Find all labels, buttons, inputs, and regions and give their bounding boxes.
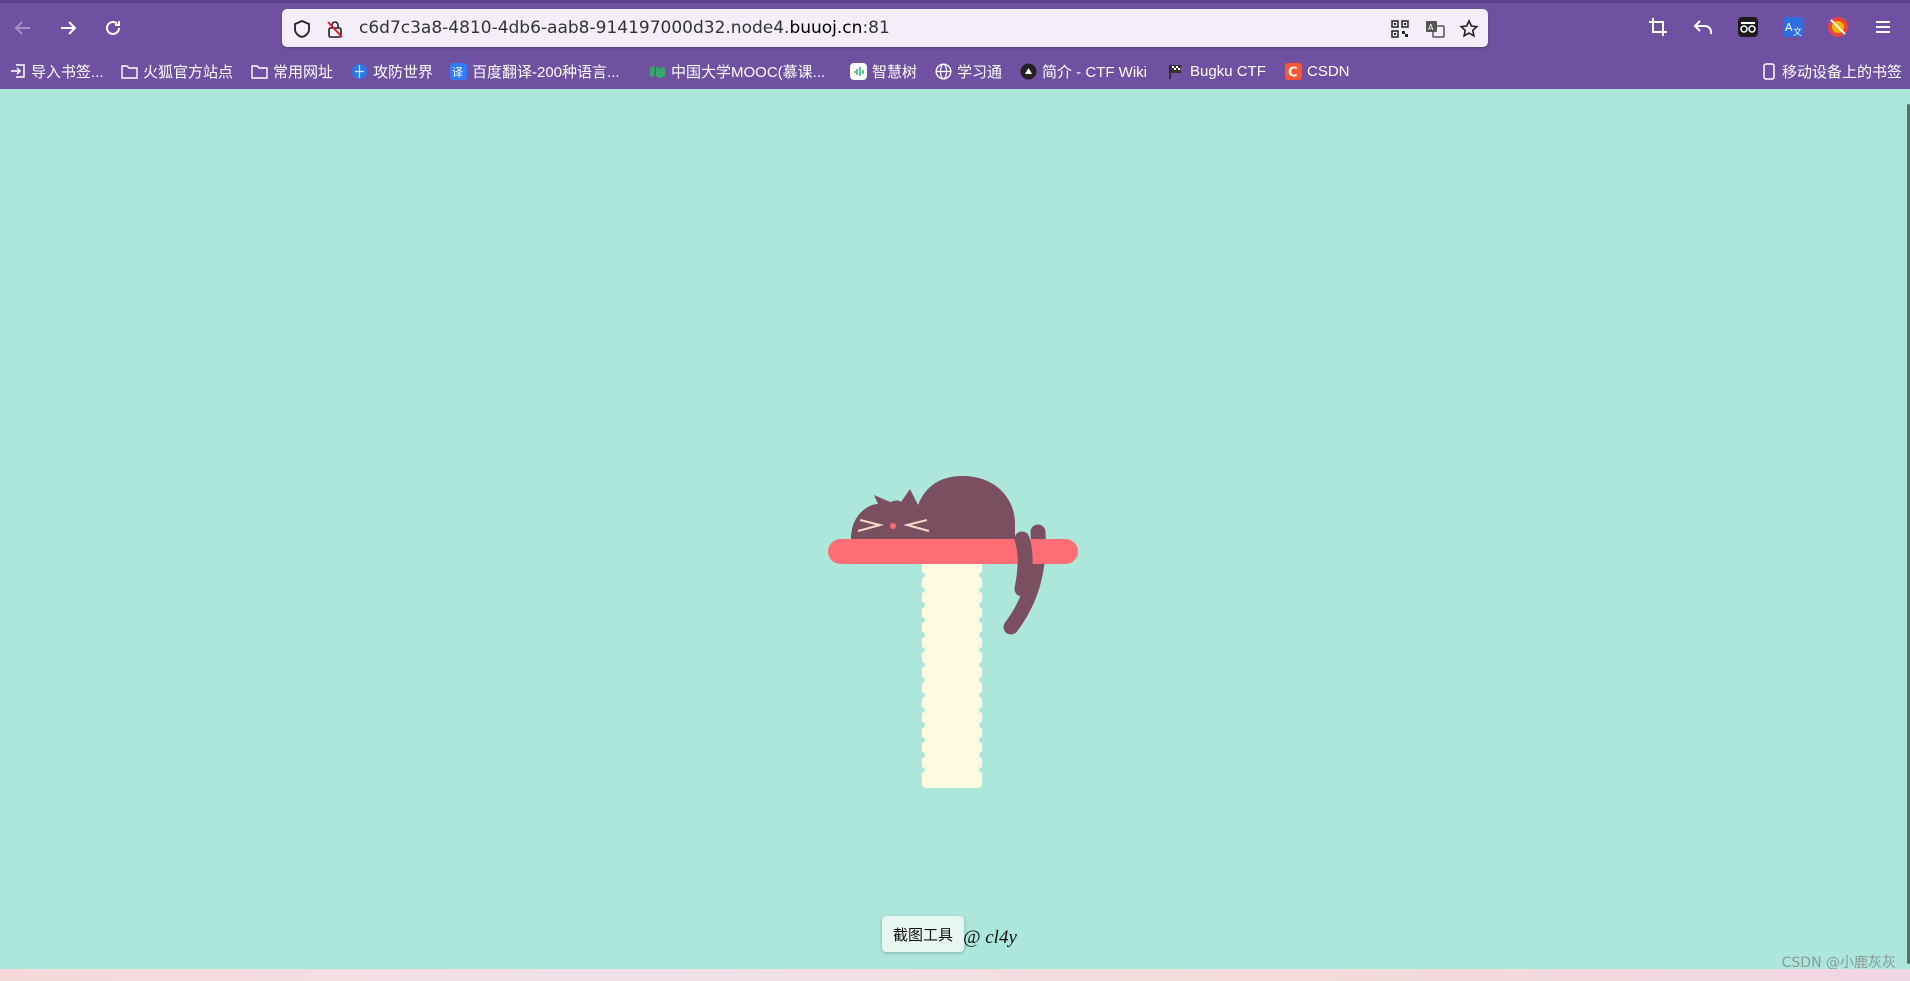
cat-tail-overhang [1014,531,1033,597]
bookmark-label: 导入书签... [31,63,104,81]
folder-icon [251,63,268,80]
forward-button[interactable] [52,12,84,44]
extension-spy-icon[interactable] [1735,14,1761,40]
bookmark-label: 中国大学MOOC(慕课... [671,63,826,81]
mooc-icon [649,63,666,80]
browser-toolbar: c6d7c3a8-4810-4db6-aab8-914197000d32.nod… [0,0,1910,89]
folder-icon [121,63,138,80]
undo-icon[interactable] [1690,14,1716,40]
bookmark-star-icon[interactable] [1458,18,1480,40]
window-top-edge [0,0,1910,3]
bookmark-item[interactable]: 简介 - CTF Wiki [1020,60,1147,82]
svg-text:译: 译 [452,66,463,79]
bookmark-item[interactable]: 攻防世界 [351,60,433,82]
url-port: :81 [862,18,890,38]
svg-text:A: A [1785,21,1793,34]
bookmark-label: 百度翻译-200种语言... [472,63,620,81]
bookmark-label: CSDN [1307,62,1350,80]
author-credit: @ cl4y [963,927,1017,948]
crop-screenshot-icon[interactable] [1645,14,1671,40]
cat-body [851,476,1015,543]
screenshot-tool-button[interactable]: 截图工具 [882,916,965,952]
shelf [828,539,1078,564]
bookmark-item[interactable]: 中国大学MOOC(慕课... [649,60,825,82]
flag-icon [1168,63,1185,80]
svg-text:文: 文 [1793,26,1802,38]
bookmarks-bar: 导入书签... 火狐官方站点 常用网址 攻防世界 译 百度翻译-200种语言..… [0,57,1910,85]
bookmark-item[interactable]: 译 百度翻译-200种语言... [450,60,620,82]
translate-icon: 译 [450,62,467,80]
bookmark-item[interactable]: Bugku CTF [1168,60,1266,82]
bookmark-folder[interactable]: 常用网址 [251,60,333,82]
svg-text:C: C [1288,65,1298,80]
screenshot-tool-label: 截图工具 [893,925,954,944]
mobile-bookmarks-folder[interactable]: 移动设备上的书签 [1760,60,1902,82]
url-host-main: buuoj.cn [789,18,863,38]
cat-nose [890,523,896,529]
zhihuishu-icon [850,62,867,80]
bookmark-label: 攻防世界 [373,63,434,81]
bookmark-folder[interactable]: 火狐官方站点 [121,60,233,82]
bookmark-label: 火狐官方站点 [143,63,234,81]
shield-icon[interactable] [291,18,313,40]
bookmark-label: Bugku CTF [1190,62,1266,80]
arrow-right-icon [61,21,77,35]
menu-icon[interactable] [1870,14,1896,40]
csdn-icon: C [1285,62,1302,80]
desktop-taskbar-edge [0,969,1910,981]
extension-block-icon[interactable] [1825,14,1851,40]
bookmark-label: 智慧树 [872,63,918,81]
svg-text:A: A [1428,23,1434,32]
bookmark-label: 常用网址 [273,63,334,81]
import-icon [9,63,26,80]
bookmark-label: 学习通 [957,63,1003,81]
translate-page-icon[interactable]: A [1424,18,1446,40]
insecure-lock-icon[interactable] [324,18,346,40]
qr-code-icon[interactable] [1389,18,1411,40]
url-host-prefix: c6d7c3a8-4810-4db6-aab8-914197000d32.nod… [359,18,790,38]
url-text[interactable]: c6d7c3a8-4810-4db6-aab8-914197000d32.nod… [359,18,890,38]
bookmark-label: 移动设备上的书签 [1782,63,1903,81]
scratching-post [922,555,982,788]
arrow-left-icon [14,21,30,35]
mobile-device-icon [1760,62,1777,80]
globe-icon [935,62,952,80]
bookmark-item[interactable]: 学习通 [935,60,1002,82]
bookmark-label: 简介 - CTF Wiki [1042,63,1147,81]
globe-blue-icon [351,63,368,80]
address-bar[interactable]: c6d7c3a8-4810-4db6-aab8-914197000d32.nod… [282,9,1488,47]
sleeping-cat-illustration [828,476,1078,788]
extension-translate-icon[interactable]: A文 [1780,14,1806,40]
reload-button[interactable] [97,12,129,44]
ctfwiki-icon [1020,63,1037,80]
bookmark-item[interactable]: 导入书签... [9,60,104,82]
back-button[interactable] [7,12,39,44]
reload-icon [106,20,120,35]
bookmark-item[interactable]: C CSDN [1285,60,1350,82]
bookmark-item[interactable]: 智慧树 [850,60,917,82]
